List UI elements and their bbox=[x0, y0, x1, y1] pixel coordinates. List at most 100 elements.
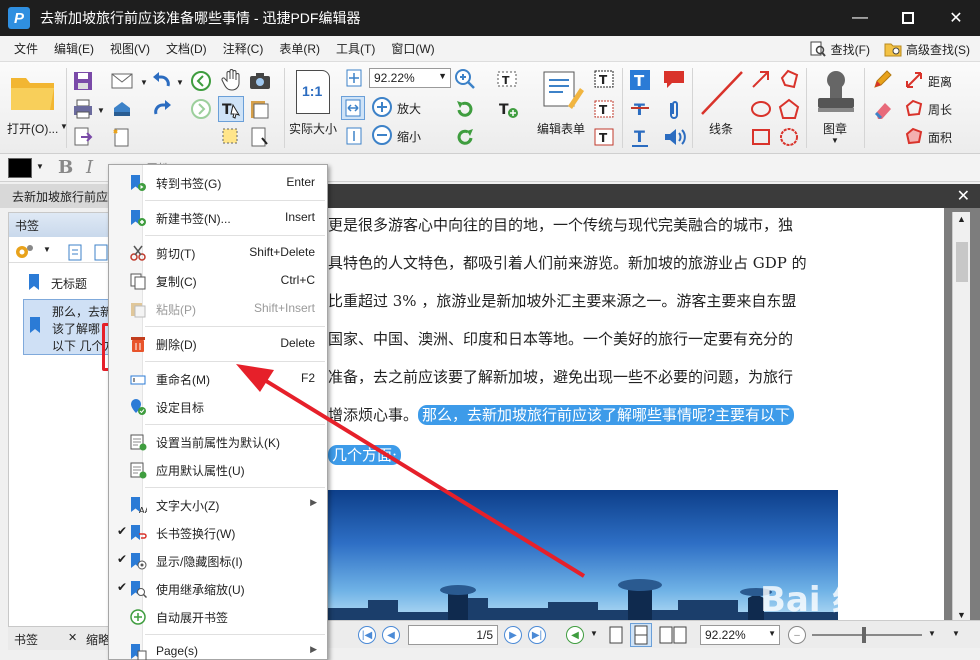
chevron-down-icon[interactable]: ▼ bbox=[140, 78, 148, 87]
perimeter-icon[interactable] bbox=[904, 98, 924, 118]
continuous-page-button[interactable] bbox=[630, 623, 652, 647]
scan-icon[interactable] bbox=[110, 98, 134, 120]
menu-item-inherit-zoom[interactable]: ✔ 使用继承缩放(U) bbox=[109, 576, 329, 602]
form-text-icon[interactable]: T bbox=[592, 68, 616, 90]
menu-window[interactable]: 窗口(W) bbox=[383, 40, 442, 57]
redo-icon[interactable] bbox=[150, 98, 174, 120]
menu-form[interactable]: 表单(R) bbox=[271, 40, 328, 57]
bookmark-untitled[interactable]: 无标题 bbox=[51, 275, 87, 292]
chevron-down-icon[interactable]: ▼ bbox=[590, 629, 598, 638]
ellipse-tool-icon[interactable] bbox=[750, 98, 772, 120]
sound-icon[interactable] bbox=[662, 126, 686, 148]
strikethrough-icon[interactable]: T bbox=[628, 98, 652, 120]
scroll-thumb[interactable] bbox=[956, 242, 968, 282]
form-text-red-icon[interactable]: T bbox=[592, 98, 616, 120]
email-icon[interactable] bbox=[110, 70, 134, 92]
note-icon[interactable] bbox=[662, 68, 686, 90]
pencil-icon[interactable] bbox=[872, 68, 894, 90]
hand-tool-icon[interactable] bbox=[220, 68, 244, 92]
menu-item-set-target[interactable]: 设定目标 bbox=[109, 394, 329, 420]
open-folder-icon[interactable] bbox=[8, 72, 58, 112]
zoom-plus-icon[interactable] bbox=[371, 96, 393, 118]
stamp-label[interactable]: 图章 bbox=[823, 120, 847, 137]
distance-icon[interactable] bbox=[904, 70, 924, 90]
menu-file[interactable]: 文件 bbox=[6, 40, 46, 57]
advanced-find-button[interactable]: 高级查找(S) bbox=[884, 40, 970, 58]
menu-item-pages[interactable]: Page(s) ▶ bbox=[109, 639, 329, 660]
italic-button[interactable]: I bbox=[86, 157, 93, 178]
chevron-down-icon[interactable]: ▼ bbox=[97, 106, 105, 115]
polygon-tool-icon[interactable] bbox=[778, 68, 800, 90]
fit-width-button[interactable] bbox=[341, 96, 365, 120]
tab-bookmarks[interactable]: 书签 bbox=[14, 631, 38, 648]
scroll-up-icon[interactable]: ▲ bbox=[957, 214, 966, 224]
menu-item-wrap[interactable]: ✔ 长书签换行(W) bbox=[109, 520, 329, 546]
tab-document[interactable]: 去新加坡旅行前应 bbox=[0, 184, 108, 208]
actual-size-label[interactable]: 实际大小 bbox=[289, 120, 337, 137]
area-label[interactable]: 面积 bbox=[928, 129, 952, 146]
maximize-icon[interactable] bbox=[884, 0, 932, 36]
last-page-button[interactable]: ▶| bbox=[528, 626, 546, 644]
bold-button[interactable]: B bbox=[58, 157, 73, 178]
first-page-button[interactable]: |◀ bbox=[358, 626, 376, 644]
vertical-scrollbar[interactable]: ▲ ▼ bbox=[952, 212, 970, 626]
zoom-in-icon[interactable] bbox=[454, 68, 476, 90]
zoom-out-label[interactable]: 缩小 bbox=[397, 128, 421, 145]
chevron-down-icon[interactable]: ▼ bbox=[43, 245, 51, 254]
minimize-icon[interactable]: — bbox=[836, 0, 884, 36]
page-tool-icon[interactable] bbox=[248, 126, 270, 148]
prev-page-button[interactable]: ◀ bbox=[382, 626, 400, 644]
menu-item-auto-expand[interactable]: 自动展开书签 bbox=[109, 604, 329, 630]
menu-view[interactable]: 视图(V) bbox=[102, 40, 158, 57]
chevron-down-icon[interactable]: ▼ bbox=[952, 629, 960, 638]
menu-item-copy[interactable]: 复制(C) Ctrl+C bbox=[109, 268, 329, 294]
undo-icon[interactable] bbox=[150, 70, 174, 92]
line-label[interactable]: 线条 bbox=[709, 120, 733, 137]
scroll-down-icon[interactable]: ▼ bbox=[957, 610, 966, 620]
area-icon[interactable] bbox=[904, 126, 924, 146]
chevron-down-icon[interactable]: ▼ bbox=[831, 136, 839, 145]
menu-edit[interactable]: 编辑(E) bbox=[46, 40, 102, 57]
menu-item-apply-default[interactable]: 应用默认属性(U) bbox=[109, 457, 329, 483]
menu-item-rename[interactable]: 重命名(M) F2 bbox=[109, 366, 329, 392]
find-button[interactable]: 查找(F) bbox=[809, 40, 870, 58]
text-field-icon[interactable]: T bbox=[496, 68, 520, 90]
highlighted-text[interactable]: 几个方面: bbox=[328, 445, 402, 465]
menu-item-new-bookmark[interactable]: 新建书签(N)... Insert bbox=[109, 205, 329, 231]
distance-label[interactable]: 距离 bbox=[928, 73, 952, 90]
pentagon-tool-icon[interactable] bbox=[778, 98, 800, 120]
zoom-in-label[interactable]: 放大 bbox=[397, 100, 421, 117]
history-back-button[interactable]: ◀ bbox=[566, 626, 584, 644]
menu-item-cut[interactable]: 剪切(T) Shift+Delete bbox=[109, 240, 329, 266]
typewriter-icon[interactable]: T bbox=[628, 68, 652, 92]
chevron-down-icon[interactable]: ▼ bbox=[36, 162, 44, 171]
menu-item-set-default[interactable]: 设置当前属性为默认(K) bbox=[109, 429, 329, 455]
zoom-slider[interactable] bbox=[812, 634, 922, 636]
status-zoom-combobox[interactable]: 92.22% ▼ bbox=[700, 625, 780, 645]
highlighted-text[interactable]: 那么，去新加坡旅行前应该了解哪些事情呢?主要有以下 bbox=[418, 405, 795, 425]
actual-size-button[interactable]: 1:1 bbox=[296, 70, 330, 114]
line-tool-icon[interactable] bbox=[698, 68, 746, 118]
cloud-tool-icon[interactable] bbox=[778, 126, 800, 148]
chevron-down-icon[interactable]: ▼ bbox=[60, 122, 68, 131]
stamp-icon[interactable] bbox=[814, 68, 858, 116]
clipboard-icon[interactable] bbox=[248, 98, 270, 120]
rotate-ccw-icon[interactable] bbox=[454, 98, 476, 120]
forward-icon[interactable] bbox=[190, 98, 212, 120]
zoom-minus-icon[interactable] bbox=[371, 124, 393, 146]
menu-item-show-icons[interactable]: ✔ 显示/隐藏图标(I) bbox=[109, 548, 329, 574]
rect-tool-icon[interactable] bbox=[750, 126, 772, 148]
menu-document[interactable]: 文档(D) bbox=[158, 40, 215, 57]
arrow-tool-icon[interactable] bbox=[750, 68, 772, 90]
rotate-cw-icon[interactable] bbox=[454, 126, 476, 148]
gear-icon[interactable] bbox=[13, 242, 35, 262]
menu-item-delete[interactable]: 删除(D) Delete bbox=[109, 331, 329, 357]
zoom-slider-thumb[interactable] bbox=[862, 627, 866, 643]
underline-icon[interactable]: T bbox=[628, 126, 652, 148]
new-doc-icon[interactable] bbox=[110, 126, 134, 148]
tab-thumbnails[interactable]: 缩略 bbox=[86, 631, 110, 648]
close-icon[interactable]: ✕ bbox=[932, 0, 980, 36]
color-picker[interactable] bbox=[8, 158, 32, 178]
menu-comment[interactable]: 注释(C) bbox=[215, 40, 272, 57]
zoom-combobox[interactable]: 92.22% ▼ bbox=[369, 68, 451, 88]
